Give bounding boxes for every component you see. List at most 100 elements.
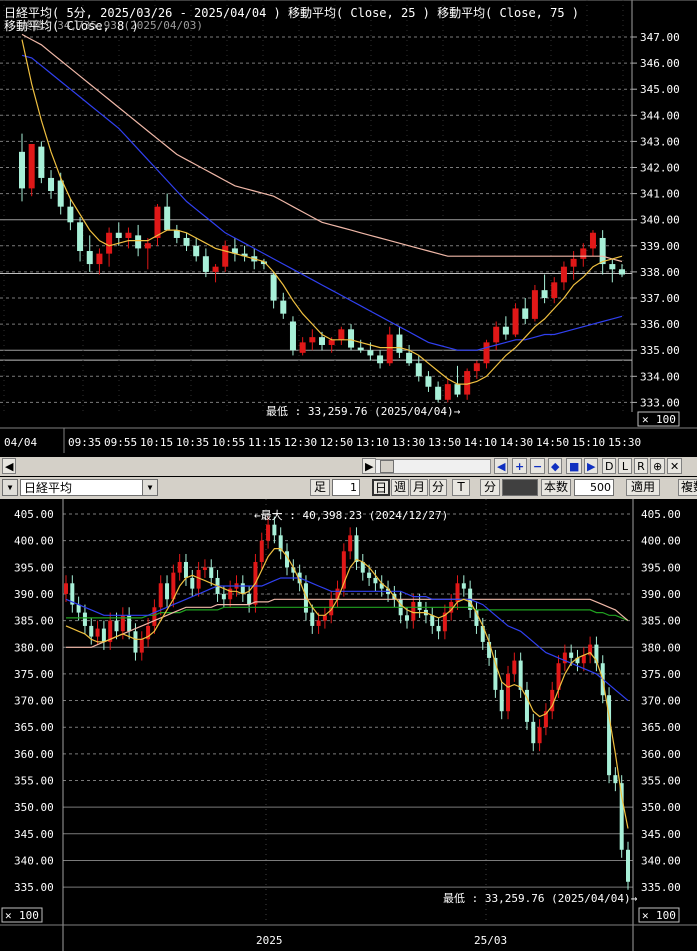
l-button[interactable]: L <box>618 458 632 474</box>
candle-body <box>101 628 106 642</box>
y-tick-label-right: 360.00 <box>641 748 681 761</box>
minute-interval-input[interactable] <box>502 479 538 496</box>
zoom-out-icon[interactable]: − <box>530 458 546 474</box>
candle-body <box>86 251 93 265</box>
symbol-text: 日経平均 <box>24 481 73 495</box>
zoom-x-icon-left: ✕ <box>5 909 12 922</box>
y-tick-label-right: 395.00 <box>641 561 681 574</box>
y-tick-label: 343.00 <box>640 135 680 148</box>
candle-body <box>319 337 325 345</box>
count-input[interactable]: 500 <box>574 479 614 496</box>
month-button[interactable]: 月 <box>410 479 428 496</box>
y-tick-label: 337.00 <box>640 292 680 305</box>
candle-body <box>454 384 461 395</box>
candle-body <box>289 321 296 351</box>
x-tick-label: 15:10 <box>572 436 605 449</box>
candle-body <box>386 334 393 364</box>
x-tick-label: 14:10 <box>464 436 497 449</box>
daily-chart-pane[interactable]: 405.00 405.00 400.00 400.00 395.00 395.00 390.… <box>0 499 697 951</box>
candle-body <box>348 535 353 552</box>
y-tick-label-left: 345.00 <box>14 828 54 841</box>
y-tick-label-left: 360.00 <box>14 748 54 761</box>
magnify-icon[interactable]: ⊕ <box>650 458 666 474</box>
candle-body <box>38 146 45 178</box>
candle-body <box>309 337 316 343</box>
multiple-button[interactable]: 複数 <box>678 479 697 496</box>
candle-body <box>483 342 490 364</box>
y-tick-label-right: 385.00 <box>641 615 681 628</box>
candle-body <box>461 583 466 589</box>
minute-button[interactable]: 分 <box>429 479 447 496</box>
y-tick-label: 344.00 <box>640 109 680 122</box>
minute-label: 分 <box>480 479 500 496</box>
candle-body <box>518 660 523 690</box>
candle-body <box>435 386 442 400</box>
candle-body <box>316 620 321 626</box>
candle-body <box>272 524 277 536</box>
chart-background <box>0 499 697 951</box>
y-tick-label-right: 340.00 <box>641 854 681 867</box>
d-button[interactable]: D <box>602 458 617 474</box>
y-tick-label-right: 405.00 <box>641 508 681 521</box>
scrollbar-thumb[interactable] <box>380 460 394 473</box>
y-tick-label-left: 335.00 <box>14 881 54 894</box>
y-tick-label: 333.00 <box>640 396 680 409</box>
candle-body <box>135 235 142 249</box>
candle-body <box>531 290 538 319</box>
scroll-left-icon[interactable]: ◀ <box>2 458 17 474</box>
close-icon[interactable]: ✕ <box>667 458 683 474</box>
intraday-chart-svg: 347.00 346.00 345.00 344.00 343.00 342.00 341.… <box>0 0 697 453</box>
x-tick-label: 10:15 <box>140 436 173 449</box>
ashi-value-input[interactable]: 1 <box>332 479 360 496</box>
candle-body <box>348 329 355 348</box>
chart-background <box>0 0 697 453</box>
first-page-icon[interactable]: ◀ <box>494 458 509 474</box>
candle-body <box>609 264 616 270</box>
y-tick-label: 347.00 <box>640 31 680 44</box>
fit-icon[interactable]: ◆ <box>548 458 563 474</box>
candle-body <box>589 232 596 249</box>
zoom-in-icon[interactable]: + <box>512 458 528 474</box>
apply-button[interactable]: 適用 <box>626 479 660 496</box>
candle-body <box>406 352 413 364</box>
intraday-chart-pane[interactable]: 347.00 346.00 345.00 344.00 343.00 342.00 341.… <box>0 0 697 453</box>
candle-body <box>502 326 509 335</box>
x-tick-label: 13:50 <box>428 436 461 449</box>
legend-line-1: 日経平均( 5分, 2025/03/26 - 2025/04/04 ) 移動平均… <box>4 6 579 20</box>
y-tick-label-left: 375.00 <box>14 668 54 681</box>
candle-body <box>64 583 68 594</box>
symbol-select[interactable]: 日経平均 <box>20 479 158 496</box>
tick-button[interactable]: T <box>452 479 470 496</box>
candle-body <box>531 721 536 744</box>
candle-body <box>322 615 327 621</box>
candle-body <box>115 232 122 238</box>
last-page-icon[interactable]: ▶ <box>584 458 599 474</box>
candle-body <box>404 615 409 621</box>
x-tick-label: 12:50 <box>320 436 353 449</box>
chevron-down-icon[interactable]: ▼ <box>142 479 158 496</box>
low-annotation: 最低 : 33,259.76 (2025/04/04)→ <box>443 892 638 905</box>
daily-chart-svg: 405.00 405.00 400.00 400.00 395.00 395.00 390.… <box>0 499 697 951</box>
candle-body <box>196 569 201 589</box>
candle-body <box>417 601 422 610</box>
candle-body <box>569 652 574 658</box>
day-button[interactable]: 日 <box>372 479 390 496</box>
x-tick-label: 25/03 <box>474 934 507 947</box>
candle-body <box>89 625 94 637</box>
candle-body <box>193 245 200 257</box>
candle-body <box>499 689 504 712</box>
candle-body <box>512 660 517 674</box>
zoom-x-icon: ✕ <box>642 413 649 426</box>
y-tick-label-right: 365.00 <box>641 721 681 734</box>
stop-icon[interactable]: ■ <box>566 458 583 474</box>
week-button[interactable]: 週 <box>391 479 409 496</box>
zoom-label: 100 <box>656 413 676 426</box>
candle-body <box>537 727 542 744</box>
y-tick-label-right: 335.00 <box>641 881 681 894</box>
menu-dropdown-icon[interactable]: ▼ <box>2 479 18 496</box>
x-tick-label: 14:30 <box>500 436 533 449</box>
candle-body <box>221 593 226 600</box>
candle-body <box>154 206 161 238</box>
candle-body <box>367 350 374 356</box>
r-button[interactable]: R <box>634 458 648 474</box>
